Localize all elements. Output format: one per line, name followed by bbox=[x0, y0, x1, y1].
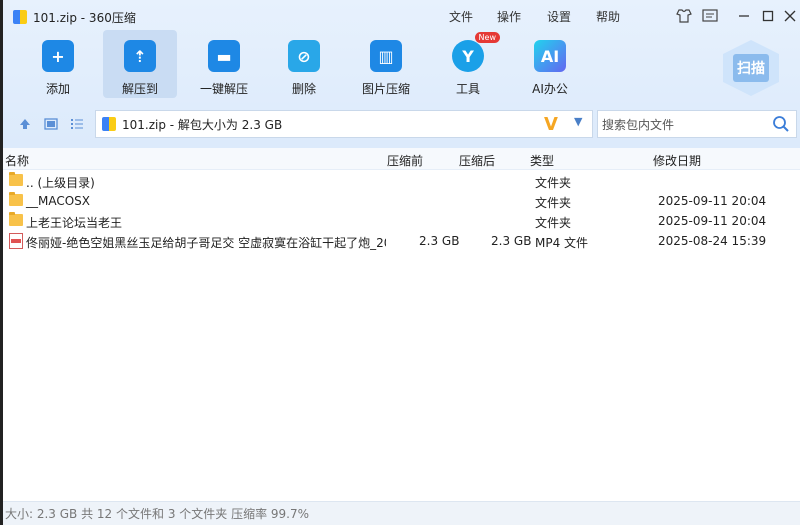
add-button[interactable]: + 添加 bbox=[21, 30, 95, 98]
image-compress-icon: ▥ bbox=[370, 40, 402, 72]
table-row[interactable]: 佟丽娅-绝色空姐黑丝玉足给胡子哥足交 空虚寂寞在浴缸干起了炮_20... 2.3… bbox=[3, 231, 800, 251]
col-name[interactable]: 名称 bbox=[5, 152, 29, 169]
delete-button[interactable]: ⊘ 删除 bbox=[267, 30, 341, 98]
col-type[interactable]: 类型 bbox=[530, 152, 554, 169]
ai-office-label: AI办公 bbox=[532, 82, 568, 96]
search-input[interactable]: 搜索包内文件 bbox=[597, 110, 797, 138]
extract-to-button[interactable]: ⇡ 解压到 bbox=[103, 30, 177, 98]
minimize-icon[interactable] bbox=[734, 6, 754, 26]
chevron-down-icon[interactable]: ▼ bbox=[574, 115, 582, 128]
table-row[interactable]: .. (上级目录) 文件夹 bbox=[3, 171, 800, 191]
search-placeholder: 搜索包内文件 bbox=[602, 117, 675, 132]
close-icon[interactable] bbox=[780, 6, 800, 26]
file-name: .. (上级目录) bbox=[26, 176, 95, 190]
scan-button[interactable]: 扫描 bbox=[723, 40, 779, 96]
scan-label: 扫描 bbox=[733, 54, 769, 82]
file-type: 文件夹 bbox=[535, 216, 572, 230]
maximize-icon[interactable] bbox=[758, 6, 778, 26]
extract-icon: ⇡ bbox=[124, 40, 156, 72]
trash-icon: ⊘ bbox=[288, 40, 320, 72]
address-field[interactable]: 101.zip - 解包大小为 2.3 GB V ▼ bbox=[95, 110, 593, 138]
folder-icon bbox=[9, 192, 23, 206]
tools-label: 工具 bbox=[455, 82, 480, 96]
file-size-before: 2.3 GB bbox=[419, 234, 460, 248]
feedback-icon[interactable] bbox=[700, 6, 720, 26]
search-icon[interactable] bbox=[772, 115, 790, 133]
image-compress-label: 图片压缩 bbox=[361, 82, 410, 96]
list-view-icon[interactable] bbox=[69, 116, 85, 132]
file-date: 2025-09-11 20:04 bbox=[658, 194, 767, 208]
file-name: 上老王论坛当老王 bbox=[26, 216, 123, 230]
image-compress-button[interactable]: ▥ 图片压缩 bbox=[349, 30, 423, 98]
col-after[interactable]: 压缩后 bbox=[459, 152, 495, 169]
v-logo-icon[interactable]: V bbox=[544, 114, 558, 135]
one-click-label: 一键解压 bbox=[199, 82, 248, 96]
file-name: __MACOSX bbox=[26, 194, 91, 208]
zip-file-icon bbox=[102, 117, 116, 131]
up-arrow-icon[interactable] bbox=[17, 116, 33, 132]
ai-office-button[interactable]: AI AI办公 bbox=[513, 30, 587, 98]
status-text: 大小: 2.3 GB 共 12 个文件和 3 个文件夹 压缩率 99.7% bbox=[5, 507, 310, 521]
table-row[interactable]: 上老王论坛当老王 文件夹 2025-09-11 20:04 bbox=[3, 211, 800, 231]
extract-to-label: 解压到 bbox=[121, 82, 158, 96]
status-bar: 大小: 2.3 GB 共 12 个文件和 3 个文件夹 压缩率 99.7% bbox=[3, 501, 800, 525]
address-text: 101.zip - 解包大小为 2.3 GB bbox=[122, 117, 283, 132]
skin-icon[interactable] bbox=[674, 6, 694, 26]
video-file-icon bbox=[9, 233, 23, 249]
one-click-icon: ▬ bbox=[208, 40, 240, 72]
add-icon: + bbox=[42, 40, 74, 72]
tools-icon: Y New bbox=[452, 32, 500, 72]
folder-icon bbox=[9, 172, 23, 186]
ai-icon: AI bbox=[534, 40, 566, 72]
delete-label: 删除 bbox=[291, 82, 316, 96]
window-title: 101.zip - 360压缩 bbox=[33, 10, 136, 25]
file-type: 文件夹 bbox=[535, 176, 572, 190]
file-size-after: 2.3 GB bbox=[491, 234, 532, 248]
menu-settings[interactable]: 设置 bbox=[547, 8, 571, 25]
file-type: 文件夹 bbox=[535, 196, 572, 210]
folder-icon bbox=[9, 212, 23, 226]
menu-help[interactable]: 帮助 bbox=[596, 8, 620, 25]
column-header: 名称 压缩前 压缩后 类型 修改日期 bbox=[3, 148, 800, 170]
file-date: 2025-08-24 15:39 bbox=[658, 234, 767, 248]
app-window: 101.zip - 360压缩 文件 操作 设置 帮助 + 添加 ⇡ 解压到 ▬… bbox=[0, 0, 800, 525]
toolbar-area: 101.zip - 360压缩 文件 操作 设置 帮助 + 添加 ⇡ 解压到 ▬… bbox=[3, 0, 800, 148]
col-before[interactable]: 压缩前 bbox=[387, 152, 423, 169]
new-badge: New bbox=[474, 32, 500, 43]
address-bar-row: 101.zip - 解包大小为 2.3 GB V ▼ 搜索包内文件 bbox=[3, 108, 800, 140]
zip-app-icon bbox=[13, 10, 27, 24]
add-label: 添加 bbox=[45, 82, 70, 96]
file-type: MP4 文件 bbox=[535, 236, 589, 250]
col-date[interactable]: 修改日期 bbox=[653, 152, 701, 169]
title-bar: 101.zip - 360压缩 bbox=[13, 8, 136, 26]
file-name: 佟丽娅-绝色空姐黑丝玉足给胡子哥足交 空虚寂寞在浴缸干起了炮_20... bbox=[26, 236, 386, 250]
file-date: 2025-09-11 20:04 bbox=[658, 214, 767, 228]
table-row[interactable]: __MACOSX 文件夹 2025-09-11 20:04 bbox=[3, 191, 800, 211]
one-click-extract-button[interactable]: ▬ 一键解压 bbox=[187, 30, 261, 98]
tools-button[interactable]: Y New 工具 bbox=[431, 30, 505, 98]
menu-file[interactable]: 文件 bbox=[449, 8, 473, 25]
menu-operate[interactable]: 操作 bbox=[497, 8, 521, 25]
detail-view-icon[interactable] bbox=[43, 116, 59, 132]
